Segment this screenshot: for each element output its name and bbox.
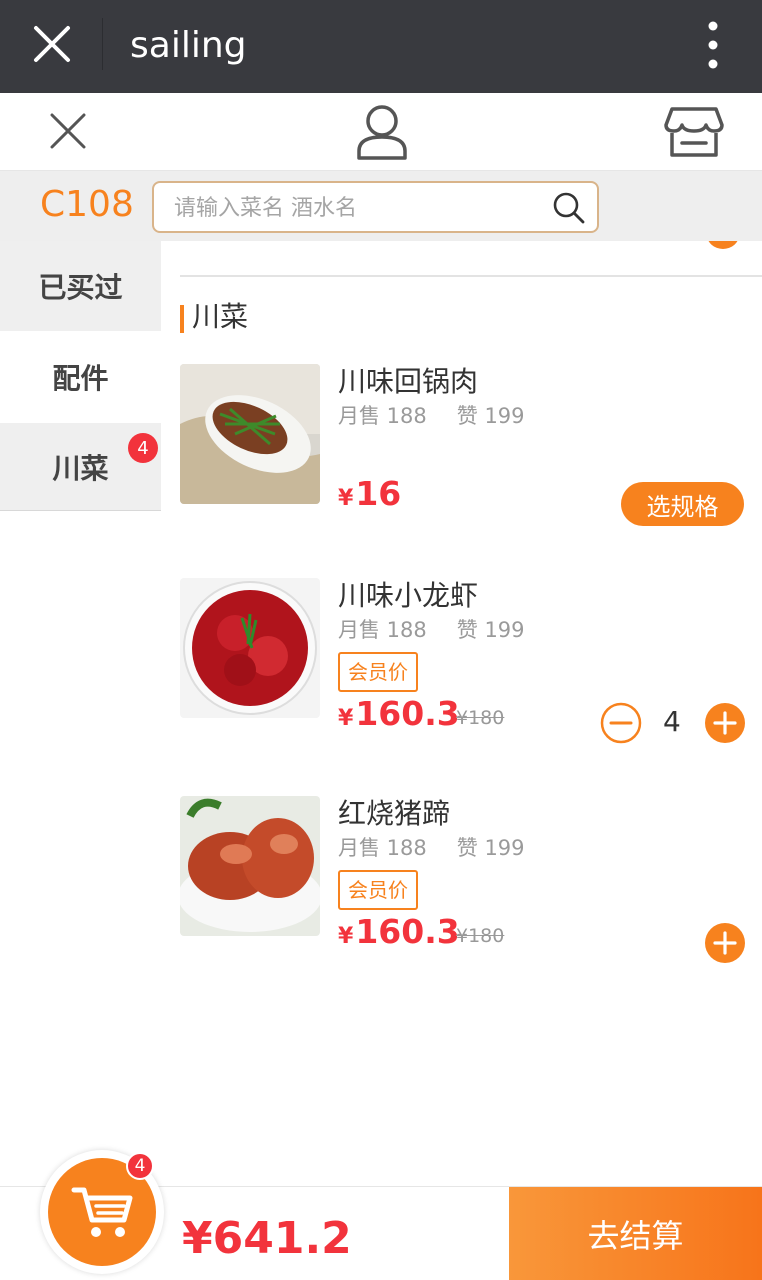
sales-count: 月售 188 bbox=[338, 836, 427, 860]
product-name: 红烧猪蹄 bbox=[338, 797, 451, 830]
sidebar-item-sichuan[interactable]: 川菜 4 bbox=[0, 423, 161, 511]
title-bar: sailing bbox=[0, 0, 762, 93]
product-item[interactable]: 川味小龙虾 月售 188 赞 199 会员价 ¥160.3 ¥180 4 bbox=[180, 578, 762, 744]
sidebar-item-label: 配件 bbox=[52, 362, 109, 395]
search-icon[interactable] bbox=[552, 191, 586, 225]
category-title: 川菜 bbox=[180, 299, 248, 335]
category-sidebar: 已买过 配件 川菜 4 bbox=[0, 241, 161, 1186]
sidebar-item-accessories[interactable]: 配件 bbox=[0, 331, 161, 423]
count-badge: 4 bbox=[128, 433, 158, 463]
product-stats: 月售 188 赞 199 bbox=[338, 402, 555, 430]
app-root: sailing C108 请输入菜名 酒水名 已买过 配件 川菜 4 川菜 川味… bbox=[0, 0, 762, 1280]
store-icon[interactable] bbox=[664, 105, 724, 159]
product-item[interactable]: 红烧猪蹄 月售 188 赞 199 会员价 ¥160.3 ¥180 bbox=[180, 796, 762, 963]
likes-count: 赞 199 bbox=[456, 618, 525, 642]
product-list: 川菜 川味回锅肉 月售 188 赞 199 ¥16 选规格 川味小龙虾 月售 1… bbox=[161, 241, 762, 1186]
original-price: ¥180 bbox=[456, 707, 505, 729]
original-price: ¥180 bbox=[456, 925, 505, 947]
checkout-button[interactable]: 去结算 bbox=[509, 1187, 762, 1280]
title-divider bbox=[102, 18, 103, 70]
price-value: 160.3 bbox=[355, 912, 460, 951]
dish-image[interactable] bbox=[180, 364, 320, 504]
product-item[interactable]: 川味回锅肉 月售 188 赞 199 ¥16 选规格 bbox=[180, 364, 762, 526]
likes-count: 赞 199 bbox=[456, 404, 525, 428]
member-price-tag: 会员价 bbox=[338, 652, 418, 692]
close-icon[interactable] bbox=[48, 111, 88, 151]
price-value: 16 bbox=[355, 474, 402, 513]
more-icon[interactable] bbox=[698, 20, 728, 70]
sidebar-item-label: 已买过 bbox=[38, 271, 123, 304]
search-box bbox=[152, 181, 599, 233]
table-code: C108 bbox=[40, 184, 134, 225]
sales-count: 月售 188 bbox=[338, 404, 427, 428]
currency-symbol: ¥ bbox=[338, 486, 354, 511]
product-price: ¥160.3 bbox=[338, 694, 460, 739]
plus-icon[interactable] bbox=[704, 922, 746, 964]
member-price-tag: 会员价 bbox=[338, 870, 418, 910]
product-price: ¥16 bbox=[338, 474, 401, 519]
currency-symbol: ¥ bbox=[338, 706, 354, 731]
sidebar-item-bought[interactable]: 已买过 bbox=[0, 241, 161, 331]
search-input[interactable] bbox=[174, 191, 544, 225]
plus-icon[interactable] bbox=[704, 702, 746, 744]
divider bbox=[180, 275, 762, 277]
currency-symbol: ¥ bbox=[338, 924, 354, 949]
toolbar bbox=[0, 93, 762, 171]
product-name: 川味回锅肉 bbox=[338, 365, 479, 398]
cart-total: ¥641.2 bbox=[182, 1213, 352, 1264]
minus-icon[interactable] bbox=[600, 702, 642, 744]
search-row: C108 bbox=[0, 171, 762, 241]
product-price: ¥160.3 bbox=[338, 912, 460, 957]
product-stats: 月售 188 赞 199 bbox=[338, 616, 555, 644]
quantity-value: 4 bbox=[663, 705, 681, 738]
dish-image[interactable] bbox=[180, 578, 320, 718]
product-stats: 月售 188 赞 199 bbox=[338, 834, 555, 862]
price-value: 160.3 bbox=[355, 694, 460, 733]
likes-count: 赞 199 bbox=[456, 836, 525, 860]
sidebar-item-label: 川菜 bbox=[52, 451, 109, 485]
cart-count-badge: 4 bbox=[126, 1152, 154, 1180]
dish-image[interactable] bbox=[180, 796, 320, 936]
sales-count: 月售 188 bbox=[338, 618, 427, 642]
product-name: 川味小龙虾 bbox=[338, 579, 479, 612]
user-icon[interactable] bbox=[355, 103, 409, 161]
close-icon[interactable] bbox=[30, 22, 74, 66]
page-title: sailing bbox=[130, 25, 247, 66]
add-button-partial[interactable] bbox=[707, 241, 739, 249]
cart-icon bbox=[71, 1187, 133, 1237]
select-spec-button[interactable]: 选规格 bbox=[621, 482, 744, 526]
